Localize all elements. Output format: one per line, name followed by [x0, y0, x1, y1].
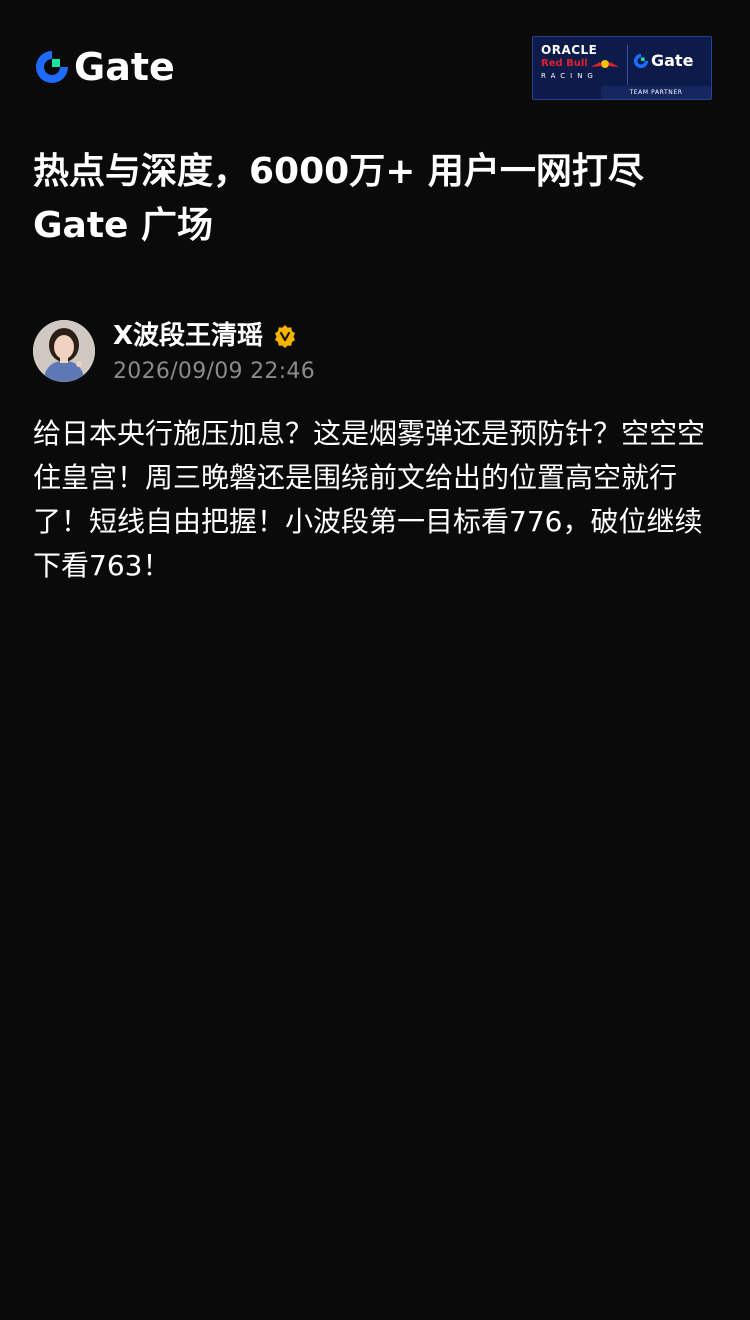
post-timestamp: 2026/09/09 22:46 — [113, 359, 315, 384]
app-header: Gate ORACLE Red Bull RACING Gate TEAM PA… — [0, 0, 750, 130]
partner-line2: Red Bull — [541, 58, 588, 69]
gate-logo[interactable]: Gate — [34, 46, 175, 88]
gate-logo-icon — [36, 51, 68, 83]
badge-divider — [627, 45, 628, 85]
redbull-racing-logo: ORACLE Red Bull RACING — [541, 43, 623, 82]
page-tagline: 热点与深度，6000万+ 用户一网打尽 Gate 广场 — [33, 151, 644, 246]
bull-icon — [590, 59, 619, 68]
verified-badge-icon — [275, 325, 296, 348]
author-name[interactable]: X波段王清瑶 — [113, 318, 263, 354]
logo-text: Gate — [74, 45, 175, 89]
partner-brand: Gate — [651, 51, 694, 70]
gate-mini-logo-icon — [633, 53, 649, 68]
post-body: 给日本央行施压加息？这是烟雾弹还是预防针？空空空住皇宫！周三晚磐还是围绕前文给出… — [33, 417, 706, 582]
partner-footer: TEAM PARTNER — [601, 86, 711, 99]
partner-line1: ORACLE — [541, 43, 598, 57]
team-partner-badge: ORACLE Red Bull RACING Gate TEAM PARTNER — [532, 36, 712, 100]
avatar[interactable] — [33, 320, 95, 382]
avatar-image — [33, 320, 95, 382]
partner-line3: RACING — [541, 72, 598, 80]
post-card: X波段王清瑶 2026/09/09 22:46 给日本央行施压加息？这是烟雾弹还… — [33, 318, 723, 588]
author-row: X波段王清瑶 2026/09/09 22:46 — [33, 318, 723, 388]
